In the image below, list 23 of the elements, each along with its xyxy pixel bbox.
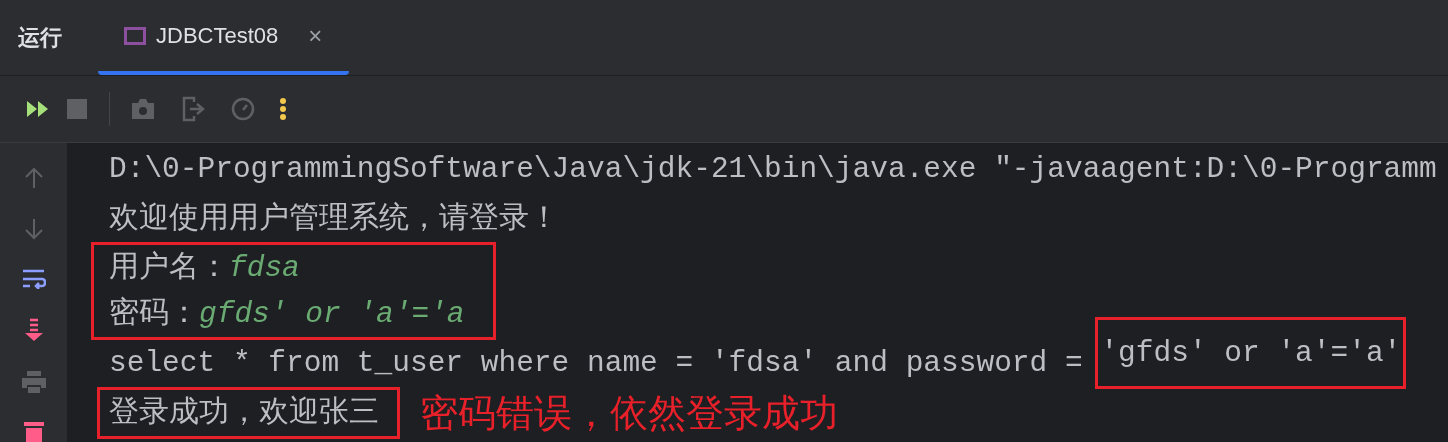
typed-text: gfds' or 'a'='a: [199, 295, 465, 333]
rerun-icon[interactable]: [26, 100, 50, 118]
highlighted-text: 'gfds' or 'a'='a': [1095, 317, 1407, 389]
scroll-to-end-icon[interactable]: [23, 318, 44, 342]
down-arrow-icon[interactable]: [23, 218, 44, 240]
gauge-icon[interactable]: [231, 97, 255, 121]
print-icon[interactable]: [20, 371, 47, 393]
more-icon[interactable]: [279, 97, 287, 121]
wrap-icon[interactable]: [21, 269, 46, 289]
typed-text: fdsa: [229, 249, 300, 287]
camera-icon[interactable]: [130, 98, 156, 120]
exit-icon[interactable]: [181, 96, 207, 122]
panel-title: 运行: [18, 24, 62, 52]
trash-icon[interactable]: [23, 422, 44, 442]
annotation-text: 密码错误，依然登录成功: [420, 394, 838, 432]
up-arrow-icon[interactable]: [23, 167, 44, 189]
prompt-label: 密码：: [109, 295, 199, 333]
close-tab-button[interactable]: ×: [308, 17, 323, 54]
console-line: 欢迎使用用户管理系统，请登录！: [109, 200, 559, 238]
prompt-label: 用户名：: [109, 249, 229, 287]
window-icon: [124, 26, 146, 45]
console-line: D:\0-ProgrammingSoftware\Java\jdk-21\bin\java.exe "-javaagent:D:\0-Programm: [109, 150, 1437, 188]
console-line: select * from t_user where name = 'fdsa' and password =: [109, 344, 1084, 382]
